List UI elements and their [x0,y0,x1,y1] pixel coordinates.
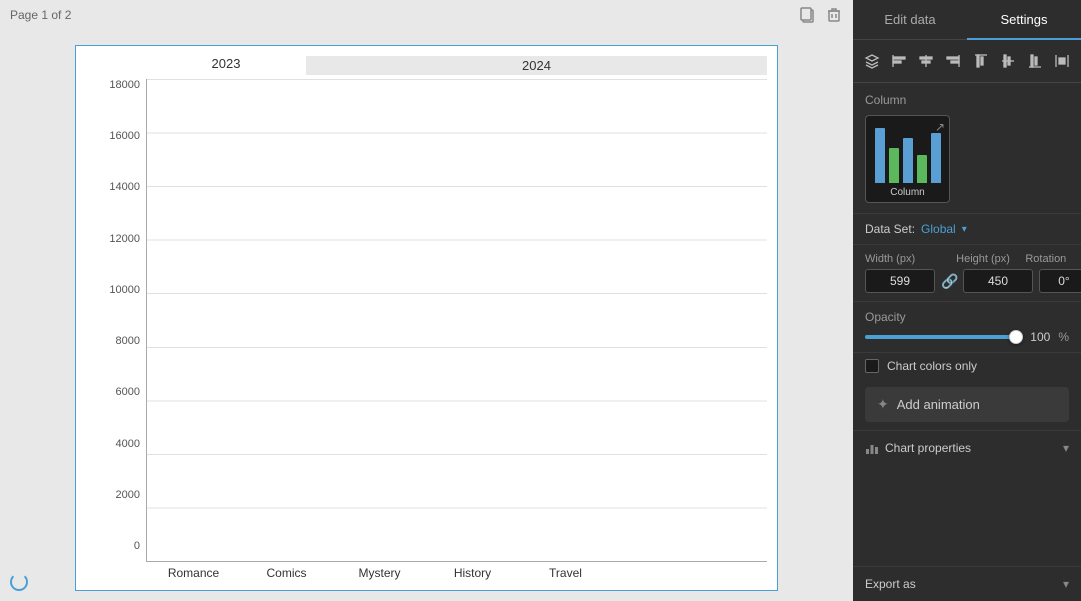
add-animation-button[interactable]: ✦ Add animation [865,387,1069,422]
layers-icon[interactable] [859,48,884,74]
dataset-label: Data Set: [865,222,915,236]
animation-icon: ✦ [877,396,889,413]
copy-icon[interactable] [799,6,817,24]
chart-properties-row[interactable]: Chart properties ▾ [853,430,1081,465]
chart-inner: 2023 2024 18000 16000 14000 12000 10000 … [86,56,767,580]
canvas-area: Page 1 of 2 2023 2024 18000 1600 [0,0,853,601]
opacity-label: Opacity [865,310,1069,324]
year-2023-header: 2023 [146,56,306,75]
bar-value-history: 8278 [460,541,487,555]
thumb-bar-2 [889,148,899,183]
thumb-bars [875,128,941,183]
opacity-row: 100 % [865,330,1069,344]
chart-colors-checkbox[interactable] [865,359,879,373]
add-animation-label: Add animation [897,397,980,412]
align-top-icon[interactable] [968,48,993,74]
bar-value-romance: 17700 [178,541,211,555]
chart-thumb-row: ↗ Column [865,115,1069,203]
align-center-icon[interactable] [914,48,939,74]
dataset-dropdown[interactable]: Global [921,222,956,236]
bar-value-comics: 11789 [271,541,303,555]
chart-colors-row: Chart colors only [853,352,1081,379]
right-panel: Edit data Settings [853,0,1081,601]
toolbar-icons [853,40,1081,83]
size-inputs: 🔗 [865,269,1069,293]
chevron-down-icon: ▾ [1063,441,1069,455]
y-label-18000: 18000 [109,79,140,91]
rotation-input[interactable] [1039,269,1081,293]
y-label-10000: 10000 [109,284,140,296]
y-label-8000: 8000 [116,335,140,347]
chart-properties-label: Chart properties [885,441,971,455]
opacity-slider[interactable] [865,335,1022,339]
column-section-label: Column [865,93,1069,107]
thumb-bar-5 [931,133,941,183]
export-chevron-icon: ▾ [1063,577,1069,591]
tab-bar: Edit data Settings [853,0,1081,40]
x-label-mystery: Mystery [342,566,417,580]
opacity-section: Opacity 100 % [853,301,1081,352]
rotation-label: Rotation [1025,253,1069,265]
export-thumb-icon[interactable]: ↗ [935,120,945,134]
thumb-bar-1 [875,128,885,183]
size-labels: Width (px) Height (px) Rotation [865,253,1069,265]
tab-edit-data[interactable]: Edit data [853,0,967,39]
y-label-16000: 16000 [109,130,140,142]
delete-icon[interactable] [825,6,843,24]
dataset-dropdown-arrow[interactable]: ▾ [962,224,967,235]
slider-thumb[interactable] [1009,330,1023,344]
align-bottom-icon[interactable] [1023,48,1048,74]
thumb-bar-4 [917,155,927,183]
y-label-4000: 4000 [116,438,140,450]
page-icons [799,6,843,24]
distribute-icon[interactable] [1050,48,1075,74]
chart-container: 2023 2024 18000 16000 14000 12000 10000 … [75,45,778,591]
x-label-comics: Comics [249,566,324,580]
y-label-14000: 14000 [109,181,140,193]
thumb-bar-3 [903,138,913,183]
size-section: Width (px) Height (px) Rotation 🔗 [853,244,1081,301]
link-icon: 🔗 [941,273,957,290]
align-right-icon[interactable] [941,48,966,74]
x-labels: Romance Comics Mystery History Travel [146,562,767,580]
year-headers: 2023 2024 [146,56,767,75]
bar-value-mystery: 10500 [364,541,397,555]
loading-spinner [10,573,28,591]
y-axis: 18000 16000 14000 12000 10000 8000 6000 … [86,79,146,580]
width-label: Width (px) [865,253,926,265]
x-label-history: History [435,566,510,580]
bar-value-travel: 4367 [553,541,580,555]
height-input[interactable] [963,269,1033,293]
dataset-row: Data Set: Global ▾ [853,213,1081,244]
chart-plot: 17700 11789 10500 [146,79,767,580]
y-label-0: 0 [134,540,140,552]
opacity-value: 100 [1030,330,1050,344]
y-label-2000: 2000 [116,489,140,501]
align-middle-icon[interactable] [995,48,1020,74]
align-left-icon[interactable] [886,48,911,74]
y-label-12000: 12000 [109,233,140,245]
y-label-6000: 6000 [116,386,140,398]
bar-chart-icon [865,441,879,455]
x-label-travel: Travel [528,566,603,580]
page-label: Page 1 of 2 [10,8,71,22]
bars-area: 17700 11789 10500 [146,79,767,562]
export-label: Export as [865,577,916,591]
tab-settings[interactable]: Settings [967,0,1081,39]
width-input[interactable] [865,269,935,293]
height-label: Height (px) [956,253,1017,265]
column-section: Column ↗ Column [853,83,1081,213]
chart-thumbnail[interactable]: ↗ Column [865,115,950,203]
thumb-label: Column [890,187,924,198]
slider-fill [865,335,1022,339]
chart-properties-left: Chart properties [865,441,971,455]
percent-sign: % [1058,330,1069,344]
chart-colors-label: Chart colors only [887,359,977,373]
x-label-romance: Romance [156,566,231,580]
chart-body: 18000 16000 14000 12000 10000 8000 6000 … [86,79,767,580]
export-row[interactable]: Export as ▾ [853,566,1081,601]
year-2024-header: 2024 [306,56,767,75]
